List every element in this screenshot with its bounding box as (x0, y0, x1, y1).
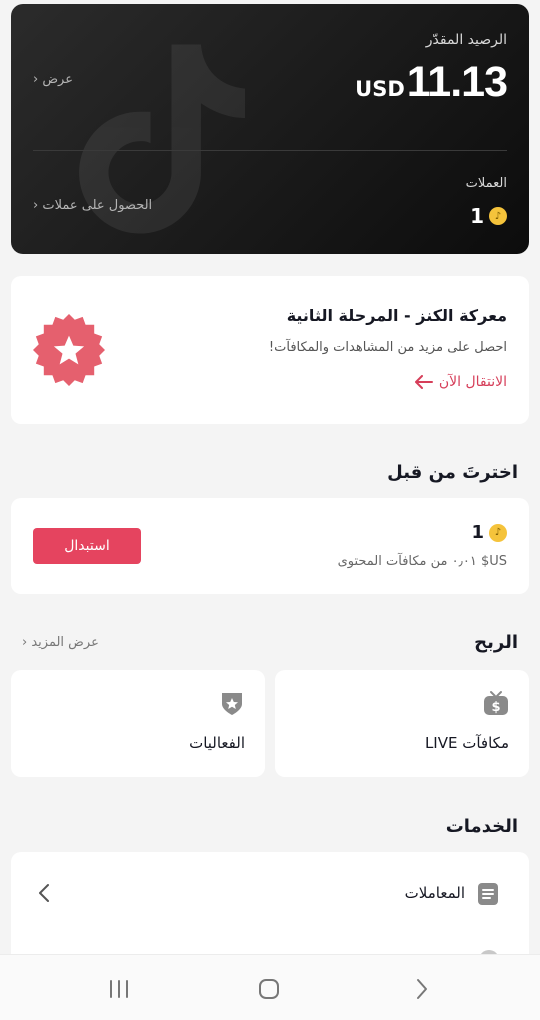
view-more-label: عرض المزيد (31, 635, 99, 650)
dollar-tv-icon: $ (484, 691, 508, 715)
coins-amount: 1 ♪ (470, 204, 507, 228)
home-icon (259, 979, 279, 999)
balance-card: الرصيد المقدّر USD 11.13 عرض ‹ العملات 1… (11, 4, 529, 254)
go-now-link[interactable]: الانتقال الآن (414, 374, 507, 390)
balance-currency: USD (355, 77, 405, 101)
arrow-left-icon (414, 375, 433, 389)
promo-subtitle: احصل على مزيد من المشاهدات والمكافآت! (268, 340, 507, 355)
coins-value: 1 (470, 204, 484, 228)
redeemed-coins: 1 ♪ (471, 522, 507, 543)
coin-icon: ♪ (489, 523, 507, 542)
view-balance-label: عرض (42, 72, 73, 87)
recent-apps-button[interactable] (104, 975, 134, 1003)
recent-apps-icon (110, 980, 128, 998)
document-list-icon (478, 883, 498, 905)
redeemed-card: 1 ♪ US$ ٠٫٠١ من مكافآت المحتوى استبدال (11, 498, 529, 594)
events-label: الفعاليات (189, 734, 245, 752)
transactions-label: المعاملات (404, 884, 465, 902)
events-card[interactable]: الفعاليات (11, 670, 265, 777)
shield-star-icon (222, 693, 242, 715)
system-nav-bar (0, 954, 540, 1020)
svg-text:$: $ (491, 700, 500, 715)
home-button[interactable] (254, 975, 284, 1003)
get-coins-label: الحصول على عملات (42, 198, 153, 213)
get-coins-link[interactable]: الحصول على عملات ‹ (33, 198, 152, 213)
balance-value: 11.13 (406, 58, 508, 106)
go-now-label: الانتقال الآن (438, 374, 507, 390)
star-badge-icon (33, 314, 105, 386)
view-more-link[interactable]: عرض المزيد ‹ (22, 635, 99, 650)
services-section-title: الخدمات (445, 816, 518, 837)
coins-label: العملات (465, 176, 507, 191)
balance-amount: USD 11.13 (355, 58, 508, 107)
live-rewards-card[interactable]: $ مكافآت LIVE (275, 670, 529, 777)
redeemed-coins-value: 1 (471, 522, 484, 543)
chevron-left-icon: ‹ (33, 198, 39, 213)
coin-icon: ♪ (489, 207, 507, 225)
divider (33, 150, 507, 151)
chevron-left-icon: ‹ (22, 635, 28, 650)
chevron-left-icon: ‹ (33, 72, 39, 87)
redeemed-section-title: اخترتَ من قبل (387, 462, 518, 483)
live-rewards-label: مكافآت LIVE (424, 734, 509, 752)
redeemed-subtitle: US$ ٠٫٠١ من مكافآت المحتوى (337, 554, 507, 569)
treasure-battle-promo-card[interactable]: معركة الكنز - المرحلة الثانية احصل على م… (11, 276, 529, 424)
earnings-section-title: الربح (474, 632, 518, 653)
promo-title: معركة الكنز - المرحلة الثانية (286, 306, 507, 325)
redeem-button[interactable]: استبدال (33, 528, 141, 564)
transactions-row[interactable]: المعاملات (11, 874, 529, 914)
view-balance-link[interactable]: عرض ‹ (33, 72, 73, 87)
estimated-balance-label: الرصيد المقدّر (425, 32, 507, 48)
back-icon (417, 979, 427, 999)
back-button[interactable] (406, 975, 436, 1003)
chevron-left-icon (39, 884, 49, 902)
